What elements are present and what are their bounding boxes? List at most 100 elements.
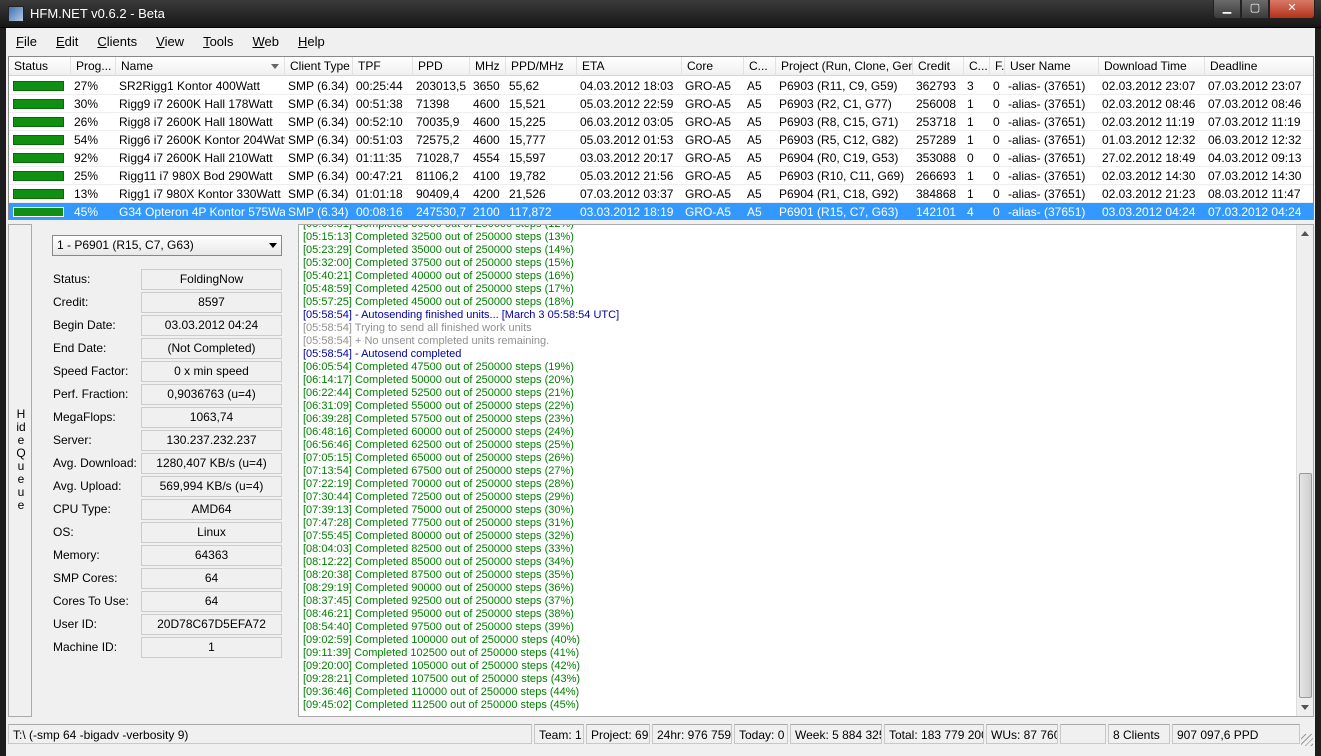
table-row[interactable]: 45% G34 Opteron 4P Kontor 575Watt SMP (6.3… bbox=[9, 203, 1313, 219]
col-credit-header[interactable]: Credit bbox=[913, 57, 964, 76]
table-row[interactable]: 26% Rigg8 i7 2600K Hall 180Watt SMP (6.34)… bbox=[9, 113, 1313, 131]
queue-field-value: Linux bbox=[141, 522, 282, 543]
clients-grid[interactable]: Status Prog... Name Client Type TPF PPD MHz PPD… bbox=[8, 56, 1314, 220]
col-ppd-cell: 71398 bbox=[416, 97, 450, 111]
col-eta-cell: 05.03.2012 21:56 bbox=[580, 169, 674, 183]
col-completed-cell: 0 bbox=[967, 151, 974, 165]
queue-field-label: Memory: bbox=[53, 548, 100, 562]
col-user-name-header[interactable]: User Name bbox=[1005, 57, 1099, 76]
col-name-cell: Rigg9 i7 2600K Hall 178Watt bbox=[119, 97, 273, 111]
col-core-version-header[interactable]: C... bbox=[744, 57, 776, 76]
log-viewer[interactable]: [05:06:51] Completed 30000 out of 250000… bbox=[298, 224, 1314, 717]
log-line: [09:45:02] Completed 112500 out of 25000… bbox=[303, 699, 580, 711]
log-line: [06:39:28] Completed 57500 out of 250000… bbox=[303, 413, 574, 425]
col-download-time-header[interactable]: Download Time bbox=[1099, 57, 1205, 76]
queue-field-value: 0,9036763 (u=4) bbox=[141, 384, 282, 405]
scroll-up-icon[interactable] bbox=[1301, 231, 1309, 236]
menu-edit[interactable]: Edit bbox=[56, 34, 78, 49]
window-frame-right bbox=[1315, 28, 1321, 756]
col-user-name-cell: -alias- (37651) bbox=[1008, 151, 1086, 165]
col-deadline-header[interactable]: Deadline bbox=[1205, 57, 1313, 76]
col-project-cell: P6903 (R2, C1, G77) bbox=[779, 97, 892, 111]
col-credit-cell: 266693 bbox=[916, 169, 957, 183]
col-failed-cell: 0 bbox=[993, 205, 1000, 219]
status-arguments: T:\ (-smp 64 -bigadv -verbosity 9) bbox=[8, 724, 532, 744]
hfm-app-icon bbox=[8, 6, 24, 22]
hide-queue-label: Hide Queue bbox=[16, 407, 26, 512]
col-client-type-header[interactable]: Client Type bbox=[285, 57, 353, 76]
col-eta-header[interactable]: ETA bbox=[577, 57, 682, 76]
log-line: [05:57:25] Completed 45000 out of 250000… bbox=[303, 296, 574, 308]
table-row[interactable]: 30% Rigg9 i7 2600K Hall 178Watt SMP (6.34)… bbox=[9, 95, 1313, 113]
menu-help[interactable]: Help bbox=[298, 34, 325, 49]
hide-queue-button[interactable]: Hide Queue bbox=[8, 224, 32, 717]
col-progress-cell: 92% bbox=[74, 151, 99, 165]
menu-file[interactable]: File bbox=[16, 34, 37, 49]
col-client-type-cell: SMP (6.34) bbox=[288, 187, 349, 201]
col-core-version-cell: A5 bbox=[747, 151, 762, 165]
col-user-name-cell: -alias- (37651) bbox=[1008, 169, 1086, 183]
col-eta-cell: 07.03.2012 03:37 bbox=[580, 187, 674, 201]
col-ppd-mhz-cell: 15,521 bbox=[509, 97, 546, 111]
col-failed-header[interactable]: F. bbox=[990, 57, 1005, 76]
col-failed-cell: 0 bbox=[993, 133, 1000, 147]
status-spacer bbox=[1060, 724, 1106, 744]
col-name-cell: G34 Opteron 4P Kontor 575Watt bbox=[119, 205, 285, 219]
menu-view[interactable]: View bbox=[156, 34, 184, 49]
col-core-version-cell: A5 bbox=[747, 79, 762, 93]
col-name-cell: Rigg8 i7 2600K Hall 180Watt bbox=[119, 115, 273, 129]
table-row[interactable]: 54% Rigg6 i7 2600K Kontor 204Watt SMP (6.3… bbox=[9, 131, 1313, 149]
menu-tools[interactable]: Tools bbox=[203, 34, 233, 49]
col-user-name-cell: -alias- (37651) bbox=[1008, 133, 1086, 147]
window-controls: ▁ ▢ ✕ bbox=[1213, 0, 1315, 20]
resize-grip-icon[interactable] bbox=[1301, 734, 1313, 746]
queue-select[interactable]: 1 - P6901 (R15, C7, G63) bbox=[52, 235, 282, 256]
col-tpf-header[interactable]: TPF bbox=[353, 57, 413, 76]
col-core-header[interactable]: Core bbox=[682, 57, 744, 76]
queue-field-value: (Not Completed) bbox=[141, 338, 282, 359]
close-button[interactable]: ✕ bbox=[1269, 0, 1315, 19]
queue-field-value: 03.03.2012 04:24 bbox=[141, 315, 282, 336]
col-project-header[interactable]: Project (Run, Clone, Gen) bbox=[776, 57, 913, 76]
col-ppd-mhz-cell: 21,526 bbox=[509, 187, 546, 201]
status-cell bbox=[9, 77, 71, 95]
minimize-button[interactable]: ▁ bbox=[1213, 0, 1241, 19]
col-mhz-cell: 4600 bbox=[473, 97, 500, 111]
col-mhz-header[interactable]: MHz bbox=[470, 57, 506, 76]
log-scrollbar[interactable] bbox=[1296, 225, 1313, 716]
status-indicator bbox=[13, 99, 64, 109]
col-ppd-mhz-header[interactable]: PPD/MHz bbox=[506, 57, 577, 76]
log-line: [07:22:19] Completed 70000 out of 250000… bbox=[303, 478, 574, 490]
col-progress-cell: 13% bbox=[74, 187, 99, 201]
col-core-cell: GRO-A5 bbox=[685, 97, 732, 111]
maximize-button[interactable]: ▢ bbox=[1241, 0, 1269, 19]
status-indicator bbox=[13, 81, 64, 91]
col-name-header[interactable]: Name bbox=[116, 57, 285, 76]
table-row[interactable]: 27% SR2Rigg1 Kontor 400Watt SMP (6.34) 00:2… bbox=[9, 77, 1313, 95]
col-tpf-cell: 01:01:18 bbox=[356, 187, 403, 201]
col-core-version-cell: A5 bbox=[747, 205, 762, 219]
menu-web[interactable]: Web bbox=[252, 34, 279, 49]
menu-clients[interactable]: Clients bbox=[97, 34, 137, 49]
table-row[interactable]: 25% Rigg11 i7 980X Bod 290Watt SMP (6.34) 0… bbox=[9, 167, 1313, 185]
col-ppd-header[interactable]: PPD bbox=[413, 57, 470, 76]
col-tpf-cell: 00:51:38 bbox=[356, 97, 403, 111]
queue-field-label: CPU Type: bbox=[53, 502, 111, 516]
col-project-cell: P6903 (R11, C9, G59) bbox=[779, 79, 898, 93]
col-download-time-cell: 02.03.2012 14:30 bbox=[1102, 169, 1196, 183]
col-ppd-mhz-cell: 55,62 bbox=[509, 79, 540, 93]
col-completed-header[interactable]: C... bbox=[964, 57, 990, 76]
table-row[interactable]: 13% Rigg1 i7 980X Kontor 330Watt SMP (6.34… bbox=[9, 185, 1313, 203]
col-download-time-cell: 27.02.2012 18:49 bbox=[1102, 151, 1196, 165]
status-cell bbox=[9, 131, 71, 149]
status-ppd: 907 097,6 PPD bbox=[1172, 724, 1300, 744]
scroll-down-icon[interactable] bbox=[1301, 705, 1309, 710]
col-credit-cell: 256008 bbox=[916, 97, 957, 111]
table-row[interactable]: 92% Rigg4 i7 2600K Hall 210Watt SMP (6.34)… bbox=[9, 149, 1313, 167]
col-status-header[interactable]: Status bbox=[9, 57, 71, 76]
col-progress-header[interactable]: Prog... bbox=[71, 57, 116, 76]
queue-field-value: 64 bbox=[141, 591, 282, 612]
col-core-version-cell: A5 bbox=[747, 169, 762, 183]
scroll-thumb[interactable] bbox=[1299, 473, 1312, 698]
col-ppd-cell: 203013,5 bbox=[416, 79, 467, 93]
